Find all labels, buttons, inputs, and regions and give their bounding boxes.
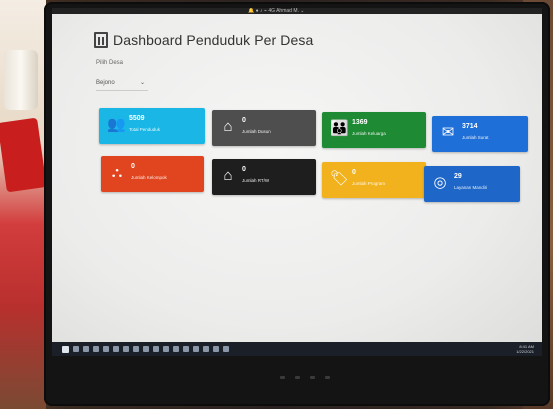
card-number: 3714: [462, 123, 478, 130]
logo-mark: [280, 375, 285, 379]
screen: 🔔 ● ♪ ⌁ 4G Ahmad M. ⌄ Dashboard Penduduk…: [52, 8, 542, 356]
card-jumlah-rtw[interactable]: ⌂ 0 Jumlah RT/W: [212, 159, 316, 195]
family-icon: 👪: [330, 120, 349, 137]
background-left: [0, 0, 47, 409]
card-number: 0: [242, 166, 246, 173]
page-title: Dashboard Penduduk Per Desa: [113, 32, 314, 48]
media-icon[interactable]: [193, 346, 199, 352]
desa-select[interactable]: Bejono ⌄: [96, 75, 148, 91]
photos-icon[interactable]: [183, 346, 189, 352]
system-tray[interactable]: 8:41 AM 1/22/2021: [516, 344, 534, 354]
edge-icon[interactable]: [103, 346, 109, 352]
card-number: 0: [131, 163, 135, 170]
fingerprint-icon: ◎: [433, 174, 447, 191]
mail-app-icon[interactable]: [123, 346, 129, 352]
users-icon: 👥: [107, 116, 126, 133]
card-total-penduduk[interactable]: 👥 5509 Total Penduduk: [99, 108, 205, 144]
card-label: Jumlah Dusun: [242, 129, 271, 134]
card-number: 0: [242, 117, 246, 124]
search-icon[interactable]: [73, 346, 79, 352]
card-label: Jumlah Program: [352, 181, 386, 186]
background-can: [4, 50, 38, 110]
background-package: [0, 117, 47, 193]
windows-taskbar: 8:41 AM 1/22/2021: [52, 342, 542, 356]
card-label: Jumlah Surat: [462, 135, 489, 140]
card-jumlah-dusun[interactable]: ⌂ 0 Jumlah Dusun: [212, 110, 316, 146]
excel-icon[interactable]: [153, 346, 159, 352]
taskbar-date: 1/22/2021: [516, 349, 534, 354]
card-number: 0: [352, 169, 356, 176]
logo-mark: [325, 375, 330, 379]
browser-icon[interactable]: [213, 346, 219, 352]
card-number: 1369: [352, 119, 368, 126]
card-jumlah-program[interactable]: 🏷 0 Jumlah Program: [322, 162, 426, 198]
store-icon[interactable]: [113, 346, 119, 352]
word-icon[interactable]: [143, 346, 149, 352]
card-label: Jumlah RT/W: [242, 178, 270, 183]
monitor-logo: [280, 372, 330, 382]
tag-icon: 🏷: [330, 170, 350, 187]
chevron-down-icon: ⌄: [139, 80, 145, 86]
logo-mark: [295, 375, 300, 379]
task-view-icon[interactable]: [83, 346, 89, 352]
app-icon[interactable]: [223, 346, 229, 352]
logo-mark: [310, 375, 315, 379]
desa-select-value: Bejono: [96, 80, 115, 86]
card-label: Jumlah Keluarga: [352, 131, 386, 136]
card-number: 29: [454, 173, 462, 180]
sitemap-icon: ⛬: [111, 164, 123, 181]
building-icon: [94, 32, 108, 48]
card-jumlah-surat[interactable]: ✉ 3714 Jumlah Surat: [432, 116, 528, 152]
chrome-icon[interactable]: [133, 346, 139, 352]
topbar-status-text: 🔔 ● ♪ ⌁ 4G Ahmad M. ⌄: [248, 8, 305, 14]
desa-filter-label: Pilih Desa: [96, 60, 124, 66]
windows-start-icon[interactable]: [62, 345, 69, 353]
browser-topbar: 🔔 ● ♪ ⌁ 4G Ahmad M. ⌄: [52, 8, 542, 14]
card-jumlah-keluarga[interactable]: 👪 1369 Jumlah Keluarga: [322, 112, 426, 148]
folder-icon[interactable]: [163, 346, 169, 352]
home-icon: ⌂: [223, 118, 233, 135]
card-number: 5509: [129, 115, 145, 122]
mail-icon: ✉: [441, 124, 455, 141]
card-label: Total Penduduk: [129, 127, 161, 132]
card-label: Jumlah Kelompok: [131, 175, 167, 180]
card-layanan-mandiri[interactable]: ◎ 29 Layanan Mandiri: [424, 166, 520, 202]
house-icon: ⌂: [223, 167, 233, 184]
settings-icon[interactable]: [173, 346, 179, 352]
terminal-icon[interactable]: [203, 346, 209, 352]
card-jumlah-kelompok[interactable]: ⛬ 0 Jumlah Kelompok: [101, 156, 204, 192]
page-header: Dashboard Penduduk Per Desa: [94, 32, 313, 48]
explorer-icon[interactable]: [93, 346, 99, 352]
card-label: Layanan Mandiri: [454, 185, 488, 190]
